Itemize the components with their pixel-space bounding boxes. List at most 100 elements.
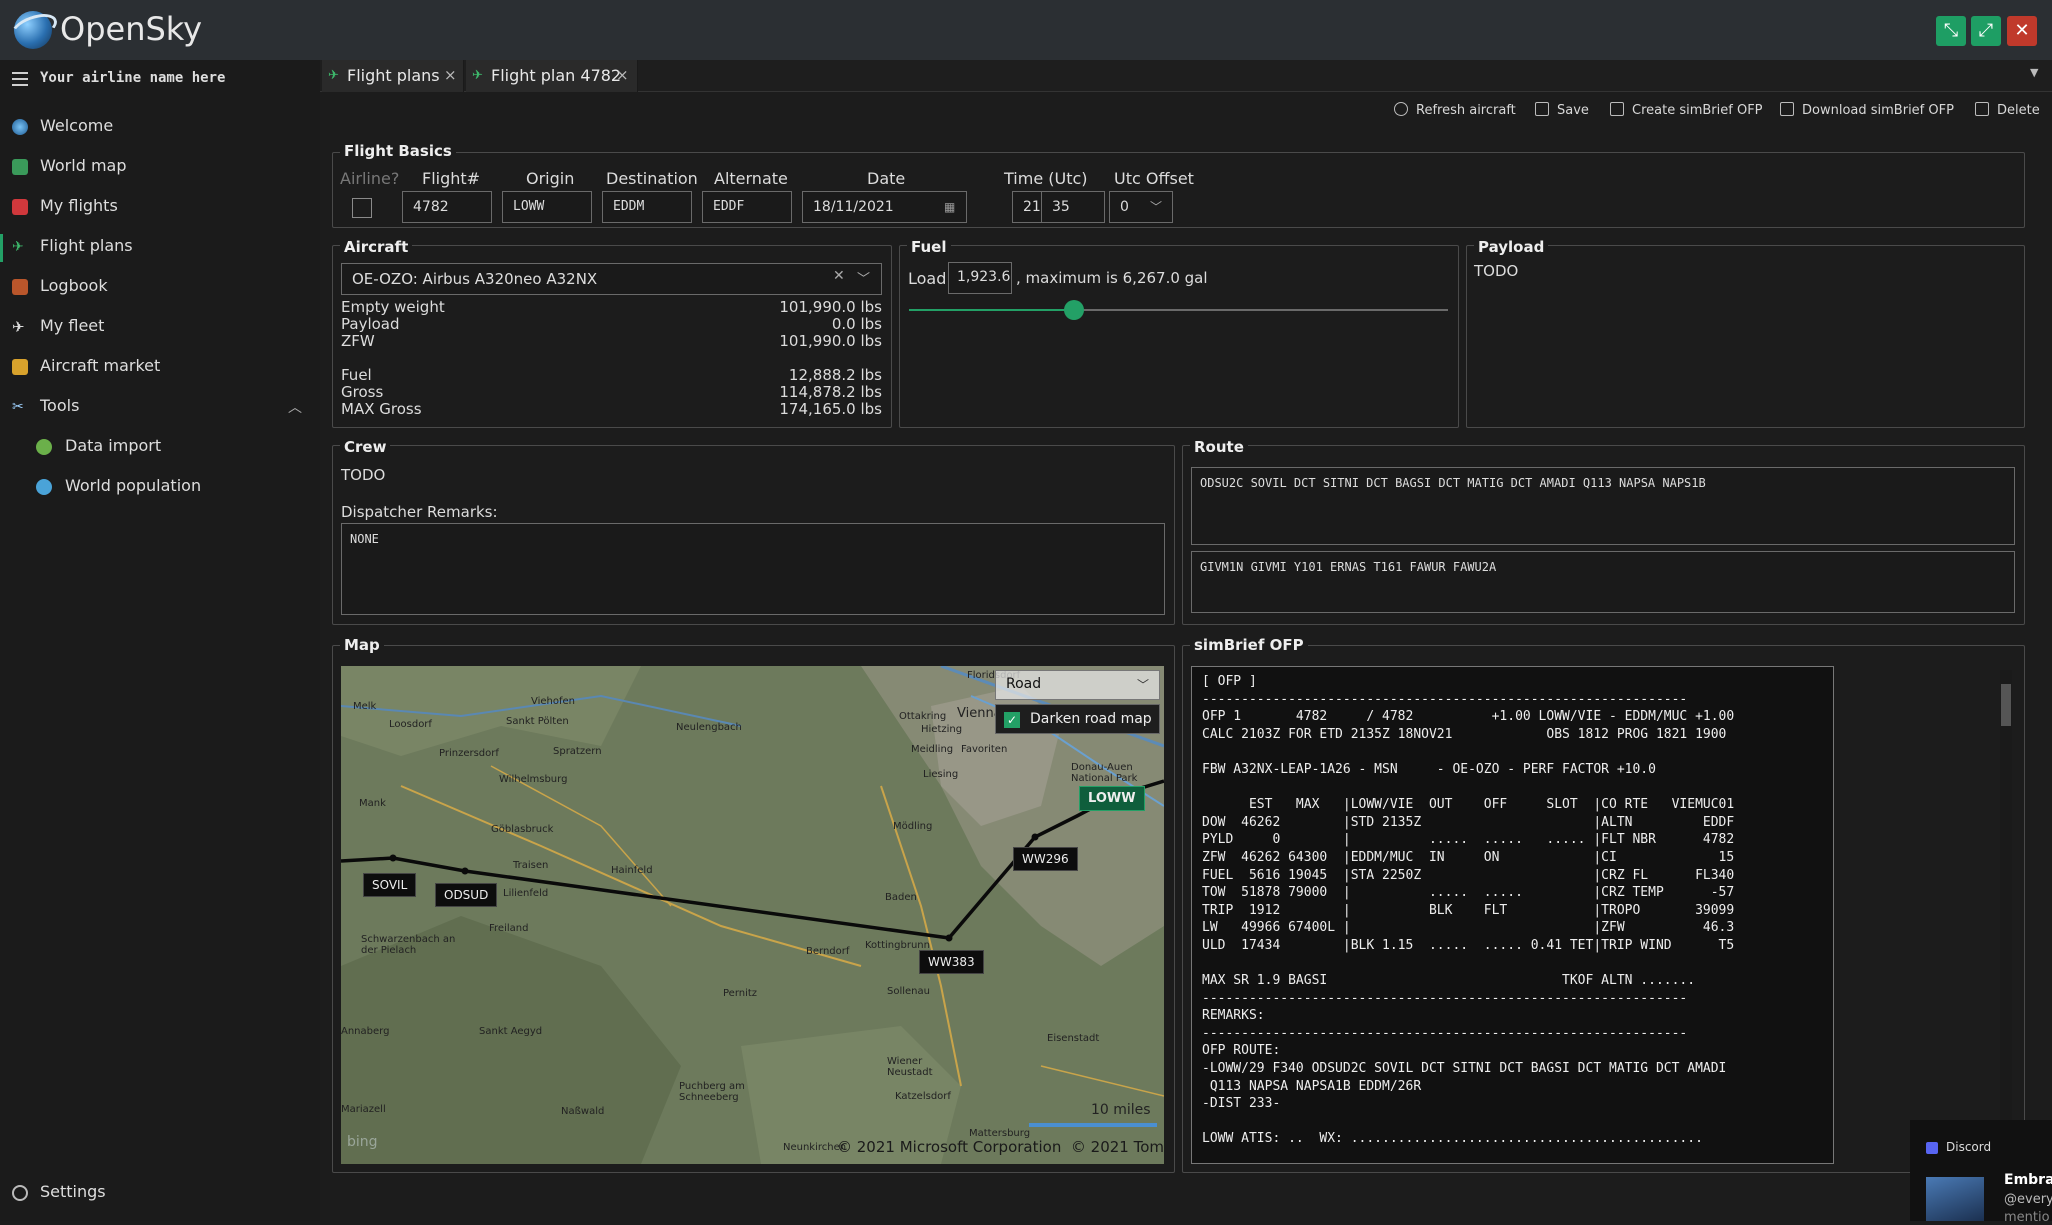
create-simbrief-ofp-button[interactable]: Create simBrief OFP xyxy=(1610,102,1763,124)
payload-weight-label: Payload xyxy=(341,315,400,333)
map-town-label: Wilhelmsburg xyxy=(499,774,568,785)
map-town-label: Berndorf xyxy=(806,946,850,957)
darken-road-map-toggle[interactable]: ✓ Darken road map xyxy=(995,704,1160,734)
ofp-scrollbar[interactable] xyxy=(2000,670,2012,1158)
airport-marker[interactable]: LOWW xyxy=(1079,786,1145,811)
tab-flight-plans[interactable]: ✈ Flight plans × xyxy=(322,60,464,92)
world-map-icon xyxy=(12,159,28,175)
minute-input[interactable]: 35 xyxy=(1041,191,1105,223)
discord-notification[interactable]: Discord Embrae @every mentio xyxy=(1910,1120,2052,1225)
discord-label: Discord xyxy=(1946,1140,1992,1154)
chevron-down-icon[interactable]: ﹀ xyxy=(1150,198,1162,215)
ofp-scrollbar-thumb[interactable] xyxy=(2001,684,2011,726)
tab-label: Flight plans xyxy=(347,66,440,85)
flight-plans-icon: ✈ xyxy=(328,68,339,83)
fuel-weight-value: 12,888.2 lbs xyxy=(788,366,882,384)
map-style-select[interactable]: Road xyxy=(995,670,1160,700)
ofp-text[interactable]: [ OFP ] --------------------------------… xyxy=(1191,666,1834,1164)
sidebar-item-aircraft-market[interactable]: Aircraft market xyxy=(0,347,320,387)
map-town-label: Neulengbach xyxy=(676,722,742,733)
sidebar-item-flight-plans[interactable]: ✈ Flight plans xyxy=(0,227,320,267)
waypoint-label[interactable]: ODSUD xyxy=(435,883,498,907)
map-town-label: Spratzern xyxy=(553,746,602,757)
fuel-maximum-text: , maximum is 6,267.0 gal xyxy=(1016,269,1208,287)
fuel-slider-fill xyxy=(909,309,1074,311)
minimize-window-button[interactable]: ⤡ xyxy=(1936,16,1966,46)
aircraft-select[interactable]: OE-OZO: Airbus A320neo A32NX xyxy=(341,263,882,295)
utc-offset-label: Utc Offset xyxy=(1114,169,1194,188)
map-town-label: Baden xyxy=(885,892,917,903)
sidebar-item-settings[interactable]: Settings xyxy=(0,1173,320,1213)
airline-checkbox[interactable] xyxy=(352,198,372,218)
map-town-label: Loosdorf xyxy=(389,719,432,730)
sidebar-item-label: Tools xyxy=(40,396,80,415)
chevron-up-icon[interactable]: ︿ xyxy=(288,397,302,417)
map-town-label: Ottakring xyxy=(899,711,947,722)
delete-label: Delete xyxy=(1997,103,2040,118)
map-town-label: Viehofen xyxy=(531,696,576,707)
clear-selection-icon[interactable]: ✕ xyxy=(833,268,845,284)
route-input[interactable]: ODSU2C SOVIL DCT SITNI DCT BAGSI DCT MAT… xyxy=(1191,467,2015,545)
max-gross-value: 174,165.0 lbs xyxy=(779,400,882,418)
gear-icon xyxy=(12,1185,28,1201)
maximize-window-button[interactable]: ⤢ xyxy=(1971,16,2001,46)
tab-close-icon[interactable]: × xyxy=(444,66,457,84)
map-town-label: Hainfeld xyxy=(611,865,653,876)
origin-label: Origin xyxy=(526,169,575,188)
dispatcher-remarks-input[interactable]: NONE xyxy=(341,523,1165,615)
utc-offset-select[interactable]: 0 xyxy=(1109,191,1173,223)
sidebar-item-my-fleet[interactable]: ✈ My fleet xyxy=(0,307,320,347)
origin-input[interactable]: LOWW xyxy=(502,191,592,223)
fuel-slider-thumb[interactable] xyxy=(1064,300,1084,320)
zfw-label: ZFW xyxy=(341,332,375,350)
destination-input[interactable]: EDDM xyxy=(602,191,692,223)
flight-basics-title: Flight Basics xyxy=(340,142,456,160)
sidebar-item-logbook[interactable]: Logbook xyxy=(0,267,320,307)
refresh-aircraft-button[interactable]: Refresh aircraft xyxy=(1394,102,1516,124)
zfw-value: 101,990.0 lbs xyxy=(779,332,882,350)
sidebar-item-my-flights[interactable]: My flights xyxy=(0,187,320,227)
map-town-label: Donau-Auen National Park xyxy=(1071,762,1138,784)
close-window-button[interactable]: ✕ xyxy=(2007,16,2037,46)
map-town-label: Pernitz xyxy=(723,988,758,999)
tab-list-chevron-icon[interactable]: ▼ xyxy=(2030,66,2038,79)
waypoint-label[interactable]: SOVIL xyxy=(363,873,417,897)
sidebar-item-welcome[interactable]: Welcome xyxy=(0,107,320,147)
aircraft-title: Aircraft xyxy=(340,238,413,256)
map-town-label: Eisenstadt xyxy=(1047,1033,1100,1044)
empty-weight-value: 101,990.0 lbs xyxy=(779,298,882,316)
map-town-label: Traisen xyxy=(513,860,549,871)
title-bar xyxy=(0,0,2052,60)
map-town-label: Hietzing xyxy=(921,724,963,735)
flight-number-input[interactable]: 4782 xyxy=(402,191,492,223)
sidebar-item-label: Data import xyxy=(65,436,162,455)
calendar-icon[interactable]: ▦ xyxy=(944,200,955,214)
chevron-down-icon[interactable]: ﹀ xyxy=(1137,676,1149,693)
flight-number-label: Flight# xyxy=(422,169,481,188)
alternate-input[interactable]: EDDF xyxy=(702,191,792,223)
date-input[interactable]: 18/11/2021 xyxy=(802,191,967,223)
tab-flight-plan-4782[interactable]: ✈ Flight plan 4782 × xyxy=(466,60,638,92)
delete-button[interactable]: Delete xyxy=(1975,102,2040,124)
save-button[interactable]: Save xyxy=(1535,102,1589,124)
fuel-title: Fuel xyxy=(907,238,951,256)
alternate-route-input[interactable]: GIVM1N GIVMI Y101 ERNAS T161 FAWUR FAWU2… xyxy=(1191,551,2015,613)
waypoint-label[interactable]: WW383 xyxy=(919,950,984,974)
sidebar-item-world-population[interactable]: World population xyxy=(0,467,320,507)
sidebar-item-tools[interactable]: ✂ Tools ︿ xyxy=(0,387,320,427)
data-import-icon xyxy=(36,439,52,455)
hamburger-menu-icon[interactable] xyxy=(12,72,28,86)
map-town-label: Puchberg am Schneeberg xyxy=(679,1081,745,1103)
sidebar-item-data-import[interactable]: Data import xyxy=(0,427,320,467)
payload-weight-value: 0.0 lbs xyxy=(831,315,882,333)
waypoint-label[interactable]: WW296 xyxy=(1013,847,1078,871)
sidebar-item-world-map[interactable]: World map xyxy=(0,147,320,187)
payload-text: TODO xyxy=(1474,262,1519,280)
route-map[interactable]: Viehofen Melk Loosdorf Sankt Pölten Neul… xyxy=(341,666,1164,1164)
sidebar-item-label: Welcome xyxy=(40,116,114,135)
checkbox-checked-icon[interactable]: ✓ xyxy=(1004,712,1020,728)
fuel-load-input[interactable]: 1,923.6 xyxy=(948,262,1012,294)
tab-close-icon[interactable]: × xyxy=(616,66,629,84)
chevron-down-icon[interactable]: ﹀ xyxy=(857,268,870,287)
download-simbrief-ofp-button[interactable]: Download simBrief OFP xyxy=(1780,102,1954,124)
